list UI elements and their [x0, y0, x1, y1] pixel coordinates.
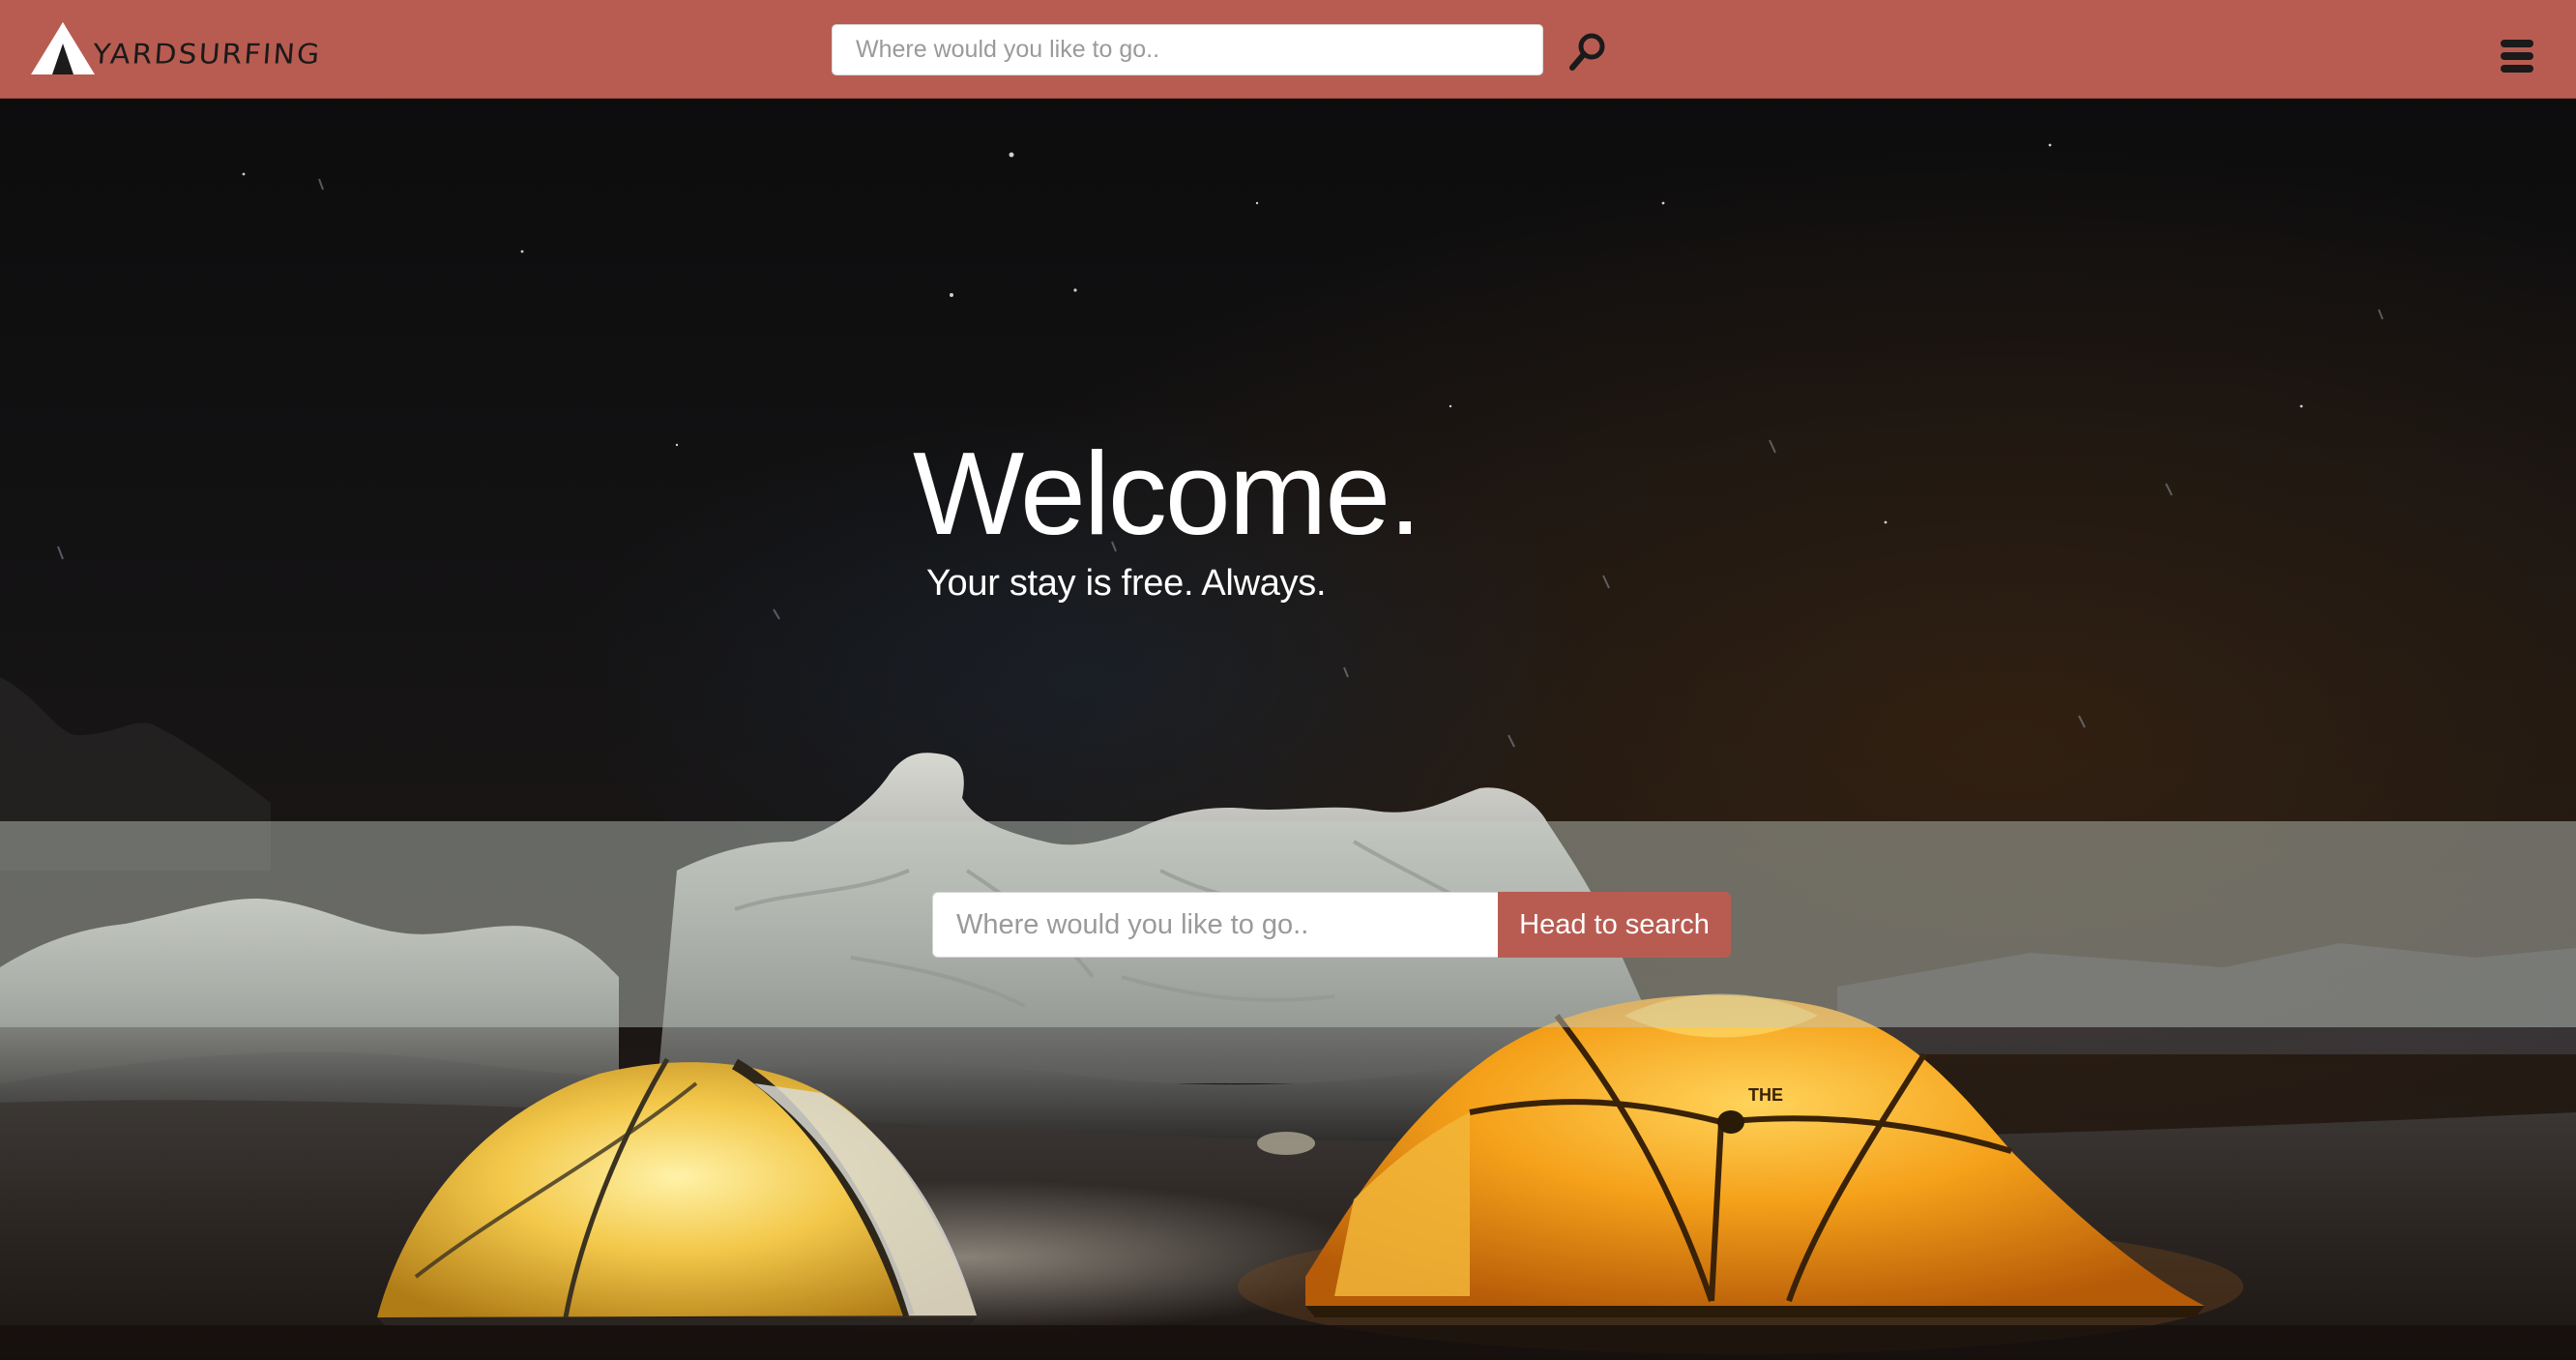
navbar-search-input[interactable] — [832, 24, 1543, 75]
tent-logo-icon — [31, 22, 95, 74]
hero-subtitle: Your stay is free. Always. — [926, 563, 1327, 604]
hero-search-input[interactable] — [932, 892, 1498, 958]
brand-logo[interactable]: YARDSURFING — [31, 21, 323, 75]
tent-logo: THE — [1748, 1085, 1783, 1105]
landing-page: THE YARDSURFING Where would you like to … — [0, 0, 2576, 1360]
hero-title: Welcome. — [913, 428, 1421, 559]
menu-button[interactable] — [2499, 37, 2535, 75]
search-icon — [1569, 33, 1605, 71]
head-to-search-button[interactable]: Head to search — [1498, 892, 1731, 958]
brand-name: YARDSURFING — [91, 38, 323, 71]
top-navbar: YARDSURFING — [0, 0, 2576, 99]
hamburger-menu-icon — [2501, 40, 2533, 73]
hero-background-image: THE — [0, 0, 2576, 1360]
navbar-search-button[interactable] — [1565, 29, 1611, 75]
